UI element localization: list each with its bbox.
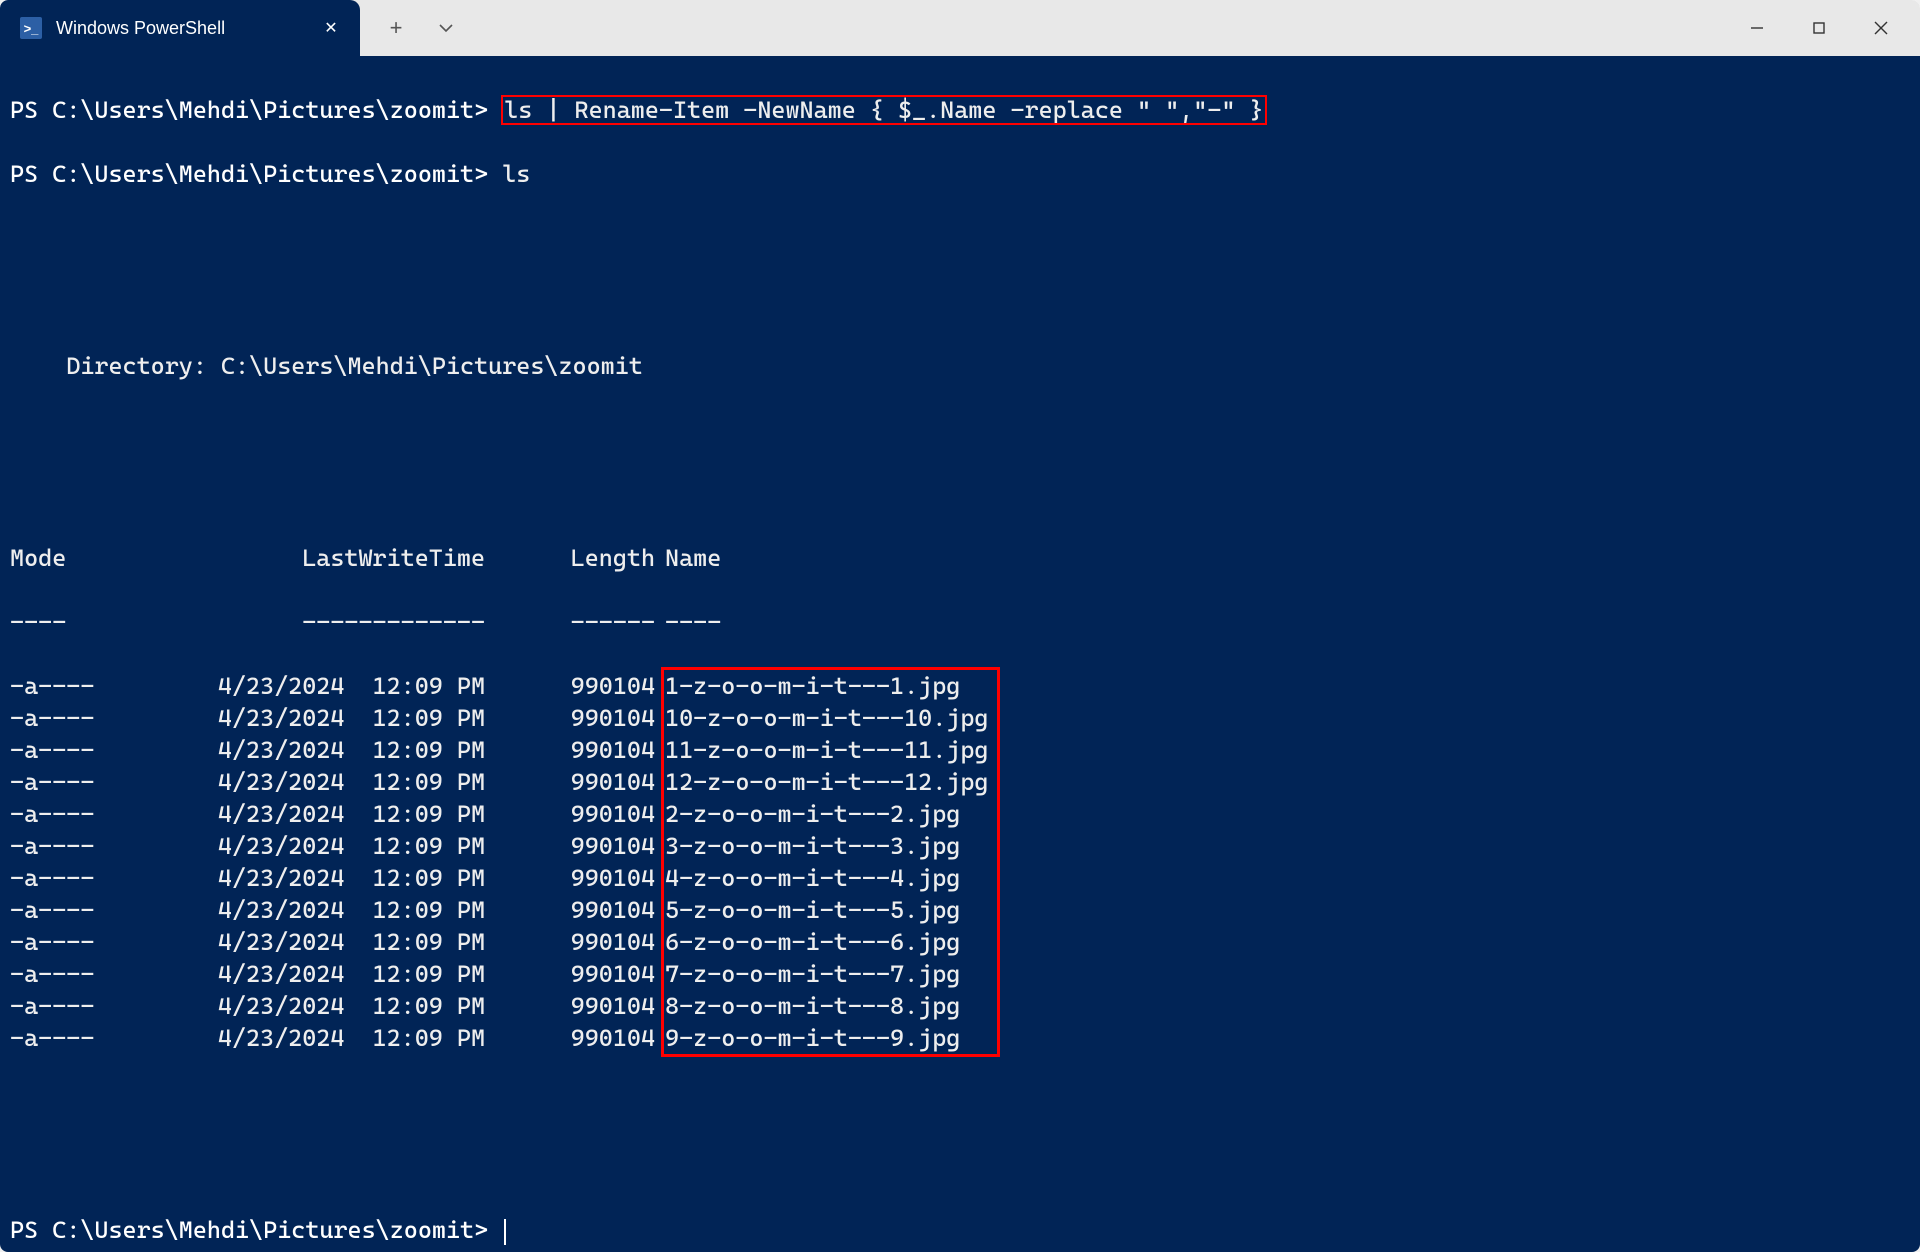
- cell-name: 3-z-o-o-m-i-t---3.jpg: [655, 830, 960, 862]
- cell-length: 990104: [485, 830, 655, 862]
- cell-length: 990104: [485, 798, 655, 830]
- cell-name: 8-z-o-o-m-i-t---8.jpg: [655, 990, 960, 1022]
- new-tab-button[interactable]: +: [382, 14, 410, 42]
- cell-name: 7-z-o-o-m-i-t---7.jpg: [655, 958, 960, 990]
- table-row: -a----4/23/2024 12:09 PM9901041-z-o-o-m-…: [10, 670, 1910, 702]
- cell-name: 9-z-o-o-m-i-t---9.jpg: [655, 1022, 960, 1054]
- cell-mode: -a----: [10, 830, 185, 862]
- tab-title: Windows PowerShell: [56, 18, 306, 39]
- column-mode: Mode: [10, 542, 185, 574]
- cell-lastwritetime: 4/23/2024 12:09 PM: [185, 670, 485, 702]
- cell-length: 990104: [485, 766, 655, 798]
- cell-mode: -a----: [10, 926, 185, 958]
- cell-length: 990104: [485, 862, 655, 894]
- table-row: -a----4/23/2024 12:09 PM9901043-z-o-o-m-…: [10, 830, 1910, 862]
- cell-mode: -a----: [10, 766, 185, 798]
- cell-name: 5-z-o-o-m-i-t---5.jpg: [655, 894, 960, 926]
- close-tab-icon[interactable]: ✕: [320, 17, 342, 39]
- cell-lastwritetime: 4/23/2024 12:09 PM: [185, 926, 485, 958]
- maximize-button[interactable]: [1788, 4, 1850, 52]
- powershell-icon: >_: [20, 17, 42, 39]
- cell-mode: -a----: [10, 798, 185, 830]
- table-row: -a----4/23/2024 12:09 PM99010411-z-o-o-m…: [10, 734, 1910, 766]
- prompt: PS C:\Users\Mehdi\Pictures\zoomit>: [10, 96, 488, 124]
- table-row: -a----4/23/2024 12:09 PM99010410-z-o-o-m…: [10, 702, 1910, 734]
- cell-name: 2-z-o-o-m-i-t---2.jpg: [655, 798, 960, 830]
- directory-line: Directory: C:\Users\Mehdi\Pictures\zoomi…: [10, 350, 1910, 382]
- close-window-button[interactable]: [1850, 4, 1912, 52]
- terminal-window: >_ Windows PowerShell ✕ + PS C:\Users\Me…: [0, 0, 1920, 1252]
- prompt: PS C:\Users\Mehdi\Pictures\zoomit>: [10, 160, 488, 188]
- cell-mode: -a----: [10, 702, 185, 734]
- cell-lastwritetime: 4/23/2024 12:09 PM: [185, 990, 485, 1022]
- cell-lastwritetime: 4/23/2024 12:09 PM: [185, 958, 485, 990]
- cell-name: 1-z-o-o-m-i-t---1.jpg: [655, 670, 960, 702]
- cell-mode: -a----: [10, 734, 185, 766]
- table-row: -a----4/23/2024 12:09 PM9901042-z-o-o-m-…: [10, 798, 1910, 830]
- cell-length: 990104: [485, 958, 655, 990]
- table-row: -a----4/23/2024 12:09 PM9901045-z-o-o-m-…: [10, 894, 1910, 926]
- minimize-button[interactable]: [1726, 4, 1788, 52]
- cell-mode: -a----: [10, 894, 185, 926]
- tabbar-actions: +: [360, 0, 460, 56]
- table-row: -a----4/23/2024 12:09 PM9901048-z-o-o-m-…: [10, 990, 1910, 1022]
- cell-name: 4-z-o-o-m-i-t---4.jpg: [655, 862, 960, 894]
- tab-dropdown-button[interactable]: [432, 14, 460, 42]
- cell-length: 990104: [485, 990, 655, 1022]
- cell-lastwritetime: 4/23/2024 12:09 PM: [185, 894, 485, 926]
- cell-name: 11-z-o-o-m-i-t---11.jpg: [655, 734, 988, 766]
- table-body: -a----4/23/2024 12:09 PM9901041-z-o-o-m-…: [10, 670, 1910, 1054]
- table-row: -a----4/23/2024 12:09 PM9901046-z-o-o-m-…: [10, 926, 1910, 958]
- table-divider: ---------------------------: [10, 606, 1910, 638]
- window-controls: [1726, 0, 1920, 56]
- column-length: Length: [485, 542, 655, 574]
- cell-lastwritetime: 4/23/2024 12:09 PM: [185, 1022, 485, 1054]
- column-name: Name: [655, 542, 721, 574]
- table-row: -a----4/23/2024 12:09 PM99010412-z-o-o-m…: [10, 766, 1910, 798]
- cell-mode: -a----: [10, 1022, 185, 1054]
- cell-lastwritetime: 4/23/2024 12:09 PM: [185, 734, 485, 766]
- cell-length: 990104: [485, 702, 655, 734]
- command-text: ls: [502, 160, 530, 188]
- cursor-icon: [504, 1219, 506, 1245]
- table-header: ModeLastWriteTimeLengthName: [10, 542, 1910, 574]
- table-row: -a----4/23/2024 12:09 PM9901044-z-o-o-m-…: [10, 862, 1910, 894]
- cell-name: 12-z-o-o-m-i-t---12.jpg: [655, 766, 988, 798]
- titlebar: >_ Windows PowerShell ✕ +: [0, 0, 1920, 56]
- tab-powershell[interactable]: >_ Windows PowerShell ✕: [0, 0, 360, 56]
- cell-name: 10-z-o-o-m-i-t---10.jpg: [655, 702, 988, 734]
- cell-lastwritetime: 4/23/2024 12:09 PM: [185, 798, 485, 830]
- cell-name: 6-z-o-o-m-i-t---6.jpg: [655, 926, 960, 958]
- prompt: PS C:\Users\Mehdi\Pictures\zoomit>: [10, 1216, 488, 1244]
- cell-lastwritetime: 4/23/2024 12:09 PM: [185, 766, 485, 798]
- cell-lastwritetime: 4/23/2024 12:09 PM: [185, 830, 485, 862]
- terminal-area[interactable]: PS C:\Users\Mehdi\Pictures\zoomit> ls | …: [0, 56, 1920, 1252]
- cell-length: 990104: [485, 894, 655, 926]
- table-row: -a----4/23/2024 12:09 PM9901049-z-o-o-m-…: [10, 1022, 1910, 1054]
- highlighted-command: ls | Rename-Item -NewName { $_.Name -rep…: [502, 96, 1265, 124]
- cell-lastwritetime: 4/23/2024 12:09 PM: [185, 702, 485, 734]
- cell-mode: -a----: [10, 862, 185, 894]
- cell-length: 990104: [485, 1022, 655, 1054]
- cell-lastwritetime: 4/23/2024 12:09 PM: [185, 862, 485, 894]
- cell-mode: -a----: [10, 670, 185, 702]
- cell-length: 990104: [485, 734, 655, 766]
- cell-length: 990104: [485, 926, 655, 958]
- table-row: -a----4/23/2024 12:09 PM9901047-z-o-o-m-…: [10, 958, 1910, 990]
- column-lastwritetime: LastWriteTime: [185, 542, 485, 574]
- cell-length: 990104: [485, 670, 655, 702]
- cell-mode: -a----: [10, 990, 185, 1022]
- cell-mode: -a----: [10, 958, 185, 990]
